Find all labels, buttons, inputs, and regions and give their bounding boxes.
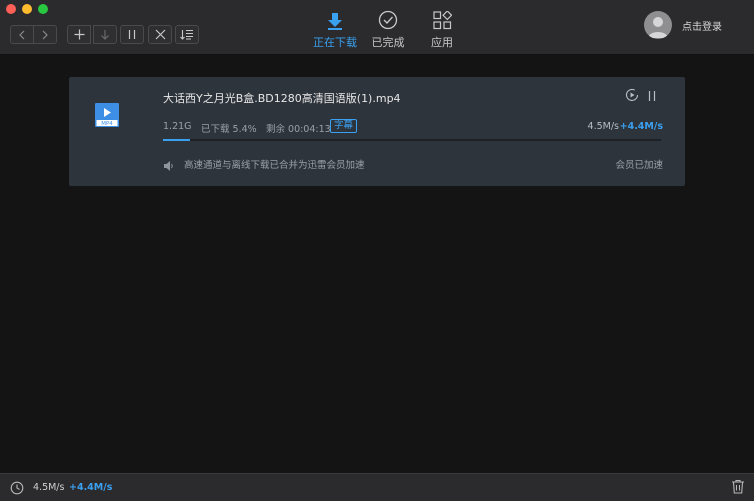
total-accel-speed: +4.4M/s bbox=[69, 482, 113, 493]
tab-downloading[interactable]: 正在下载 bbox=[310, 8, 360, 50]
task-size: 1.21G bbox=[163, 121, 192, 132]
check-circle-icon bbox=[378, 10, 398, 30]
arrow-down-icon bbox=[101, 29, 109, 40]
status-bar: 4.5M/s +4.4M/s bbox=[0, 473, 754, 501]
pause-all-button[interactable] bbox=[120, 25, 144, 44]
user-silhouette-icon bbox=[648, 17, 668, 38]
chevron-left-icon bbox=[19, 30, 25, 39]
add-task-button[interactable] bbox=[67, 25, 91, 44]
task-accel-speed: +4.4M/s bbox=[619, 121, 663, 132]
start-download-button[interactable] bbox=[93, 25, 117, 44]
download-arrow-icon bbox=[328, 13, 342, 30]
sort-list-icon bbox=[180, 29, 193, 40]
window-minimize-button[interactable] bbox=[22, 4, 32, 14]
sort-button[interactable] bbox=[175, 25, 199, 44]
speed-limit-button[interactable] bbox=[10, 480, 24, 499]
task-pause-button[interactable] bbox=[647, 87, 657, 106]
file-type-label: MP4 bbox=[101, 121, 113, 127]
trash-button[interactable] bbox=[731, 479, 745, 498]
task-downloaded: 已下载 5.4% bbox=[201, 124, 257, 135]
acceleration-note: 高速通道与离线下载已合并为迅雷会员加速 bbox=[184, 160, 365, 171]
download-task-card[interactable]: MP4 大话西Y之月光B盒.BD1280高清国语版(1).mp4 1.21G 已… bbox=[69, 77, 685, 186]
play-preview-icon bbox=[625, 88, 639, 101]
task-progress-fill bbox=[163, 139, 190, 141]
login-link[interactable]: 点击登录 bbox=[682, 18, 722, 33]
chevron-right-icon bbox=[42, 30, 48, 39]
tab-completed-label: 已完成 bbox=[371, 36, 405, 49]
pause-icon bbox=[648, 91, 656, 101]
speaker-icon bbox=[163, 157, 175, 176]
plus-icon bbox=[74, 29, 84, 40]
tab-apps-label: 应用 bbox=[431, 36, 453, 49]
task-filename: 大话西Y之月光B盒.BD1280高清国语版(1).mp4 bbox=[163, 92, 401, 105]
member-status: 会员已加速 bbox=[615, 160, 663, 171]
tab-downloading-label: 正在下载 bbox=[313, 36, 357, 49]
task-speed: 4.5M/s bbox=[587, 121, 619, 132]
tab-apps[interactable]: 应用 bbox=[417, 8, 467, 50]
forward-button[interactable] bbox=[33, 25, 57, 44]
mp4-file-icon: MP4 bbox=[95, 103, 119, 131]
task-progress-bar bbox=[163, 139, 661, 141]
back-button[interactable] bbox=[10, 25, 34, 44]
pause-icon bbox=[128, 30, 136, 39]
tab-completed[interactable]: 已完成 bbox=[363, 8, 413, 50]
task-remaining: 剩余 00:04:13 bbox=[266, 124, 331, 135]
total-speed: 4.5M/s bbox=[33, 482, 65, 493]
close-icon bbox=[155, 29, 165, 40]
play-preview-button[interactable] bbox=[625, 87, 639, 106]
trash-icon bbox=[732, 479, 744, 494]
apps-grid-icon bbox=[432, 11, 452, 30]
clock-icon bbox=[10, 481, 24, 495]
avatar[interactable] bbox=[644, 11, 672, 39]
subtitle-badge[interactable]: 字幕 bbox=[330, 119, 358, 133]
delete-task-button[interactable] bbox=[148, 25, 172, 44]
window-zoom-button[interactable] bbox=[38, 4, 48, 14]
toolbar: 正在下载 已完成 应用 点击登录 bbox=[0, 0, 754, 55]
window-close-button[interactable] bbox=[6, 4, 16, 14]
